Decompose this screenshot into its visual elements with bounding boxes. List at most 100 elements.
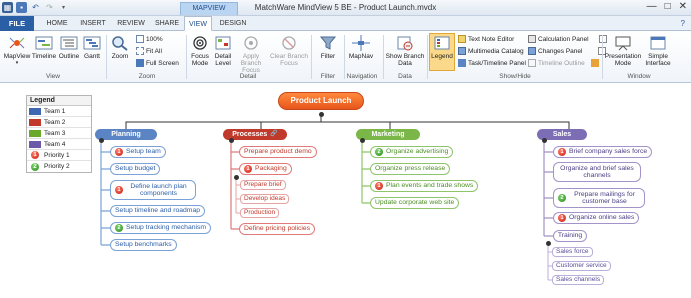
presentation-mode-button[interactable]: Presentation Mode [604,34,642,67]
mindview-window: ▦ ▪ ↶ ↷ ▾ MAPVIEW MatchWare MindView 5 B… [0,0,691,298]
topic-sales-channels[interactable]: Sales channels [552,275,605,285]
central-topic[interactable]: Product Launch [278,92,364,110]
topic-setup-timeline[interactable]: Setup timeline and roadmap [110,205,206,217]
branch-planning[interactable]: Planning [95,129,157,140]
topic-organize-sales-channels[interactable]: Organize and brief sales channels [553,162,641,182]
tab-design[interactable]: DESIGN [214,16,252,31]
palette-icon [590,59,599,67]
tab-share[interactable]: SHARE [150,16,184,31]
team-color-swatch [29,118,41,126]
topic-setup-budget[interactable]: Setup budget [110,163,161,175]
tab-review[interactable]: REVIEW [112,16,150,31]
group-label-filter: Filter [320,73,336,80]
ribbon-tabs: FILE HOME INSERT REVIEW SHARE VIEW DESIG… [0,16,691,31]
group-label-zoom: Zoom [138,73,156,80]
collapse-handle[interactable] [319,112,324,117]
topic-setup-team[interactable]: 1 Setup team [110,146,166,158]
collapse-handle[interactable] [234,175,239,180]
ribbon-separator [106,35,107,79]
clear-branch-focus-button[interactable]: Clear Branch Focus [270,34,308,67]
outline-icon [59,34,79,52]
calculation-panel-button[interactable]: Calculation Panel [528,35,607,43]
close-button[interactable]: ✕ [679,1,687,12]
multimedia-catalog-button[interactable]: Multimedia Catalog [458,47,524,55]
topic-brief-sales-force[interactable]: 1 Brief company sales force [553,146,653,158]
changes-panel-button[interactable]: Changes Panel [528,47,607,55]
legend-row: Team 4 [27,139,91,150]
ribbon: MapView ▾ Timeline Outline Gantt View Zoo… [0,31,691,83]
ribbon-separator [383,35,384,79]
topic-prepare-demo[interactable]: Prepare product demo [239,146,317,158]
topic-update-website[interactable]: Update corporate web site [370,197,460,209]
mapnav-button[interactable]: MapNav [346,34,376,60]
note-icon [458,35,466,43]
tab-home[interactable]: HOME [40,16,74,31]
timeline-button[interactable]: Timeline [31,34,57,60]
simple-interface-button[interactable]: Simple Interface [642,34,674,67]
help-icon[interactable]: ? [681,19,685,28]
maximize-button[interactable]: □ [665,1,671,12]
detail-level-button[interactable]: Detail Level [212,34,234,67]
topic-define-launch-plan[interactable]: 1 Define launch plan components [110,180,196,200]
collapse-handle[interactable] [229,138,234,143]
topic-training[interactable]: Training [553,230,587,242]
topic-setup-tracking[interactable]: 2 Setup tracking mechanism [110,222,212,234]
focus-mode-button[interactable]: Focus Mode [188,34,212,67]
legend-row: Team 2 [27,117,91,128]
mapview-button[interactable]: MapView ▾ [3,34,31,67]
filter-button[interactable]: Filter [314,34,342,60]
collapse-handle[interactable] [99,138,104,143]
task-timeline-panel-button[interactable]: Task/Timeline Panel [458,59,526,67]
text-note-editor-button[interactable]: Text Note Editor [458,35,514,43]
zoom-button[interactable]: Zoom [108,34,132,60]
apply-branch-focus-button[interactable]: Apply Branch Focus [234,34,268,74]
topic-setup-benchmarks[interactable]: Setup benchmarks [110,239,177,251]
collapse-handle[interactable] [542,138,547,143]
detail-level-icon [213,34,233,52]
fit-all-button[interactable]: Fit All [136,47,162,55]
collapse-handle[interactable] [546,241,551,246]
mapnav-icon [351,34,371,52]
topic-plan-events[interactable]: 1 Plan events and trade shows [370,180,479,192]
priority-2-icon: 2 [31,162,39,171]
topic-customer-service[interactable]: Customer service [552,261,611,271]
group-label-detail: Detail [239,73,257,80]
topic-packaging[interactable]: 1 Packaging [239,163,292,175]
topic-develop-ideas[interactable]: Develop ideas [240,194,290,204]
target-icon [190,34,210,52]
topic-organize-press-release[interactable]: Organize press release [370,163,451,175]
full-screen-button[interactable]: Full Screen [136,59,179,67]
topic-organize-online-sales[interactable]: 1 Organize online sales [553,212,640,224]
tab-view[interactable]: VIEW [184,16,212,31]
topic-sales-force[interactable]: Sales force [552,247,593,257]
priority-1-icon: 1 [558,214,566,222]
magnifier-icon [110,34,130,52]
legend-panel[interactable]: Legend Team 1 Team 2 Team 3 Team 4 1 Prio… [26,95,92,173]
priority-2-icon: 2 [115,224,123,232]
map-canvas[interactable]: Legend Team 1 Team 2 Team 3 Team 4 1 Prio… [0,84,691,298]
branch-marketing[interactable]: Marketing [356,129,420,140]
zoom-100-icon [136,35,144,43]
topic-production[interactable]: Production [240,208,280,218]
show-branch-data-button[interactable]: Show Branch Data [385,34,425,67]
timeline-outline-button[interactable]: Timeline Outline [528,59,599,67]
full-screen-icon [136,59,144,67]
presentation-icon [613,34,633,52]
topic-prepare-brief[interactable]: Prepare brief [240,180,286,190]
priority-2-icon: 2 [558,194,566,202]
collapse-handle[interactable] [360,138,365,143]
gantt-icon [82,34,102,52]
topic-define-pricing[interactable]: Define pricing policies [239,223,316,235]
changes-icon [528,47,536,55]
legend-row: Team 1 [27,106,91,117]
topic-organize-advertising[interactable]: 2 Organize advertising [370,146,454,158]
legend-button[interactable]: Legend [429,33,455,71]
gantt-button[interactable]: Gantt [81,34,103,60]
topic-prepare-mailings[interactable]: 2 Prepare mailings for customer base [553,188,645,208]
tab-insert[interactable]: INSERT [75,16,111,31]
outline-button[interactable]: Outline [57,34,81,60]
tab-file[interactable]: FILE [0,16,34,31]
zoom-100-button[interactable]: 100% [136,35,163,43]
minimize-button[interactable]: — [647,1,657,12]
legend-title: Legend [27,96,91,106]
